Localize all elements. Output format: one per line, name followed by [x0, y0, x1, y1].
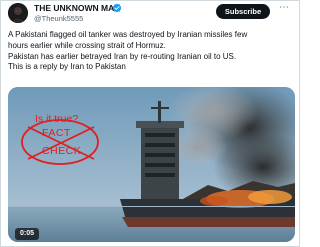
verified-badge-icon	[112, 3, 122, 13]
tweet-video[interactable]: Is it true? FACT CHECK 0:05	[8, 87, 295, 242]
video-timer: 0:05	[15, 228, 39, 240]
more-options-icon[interactable]: ⋯	[277, 3, 291, 17]
tweet-text-line: Pakistan has earlier betrayed Iran by re…	[8, 51, 237, 61]
overlay-fact-text: FACT	[42, 127, 71, 139]
overlay-question-text: Is it true?	[35, 113, 79, 125]
tweet-text-line: hours earlier while crossing strait of H…	[8, 40, 166, 50]
display-name[interactable]: THE UNKNOWN MAN	[34, 3, 120, 13]
avatar[interactable]	[8, 3, 28, 23]
tweet-text-line: A Pakistani flagged oil tanker was destr…	[8, 30, 248, 39]
user-handle[interactable]: @Theunk5555	[34, 14, 83, 23]
tweet-header: THE UNKNOWN MAN @Theunk5555 Subscribe ⋯	[1, 1, 301, 27]
tweet-text-line: This is a reply by Iran to Pakistan	[8, 62, 126, 72]
avatar-image	[8, 3, 28, 23]
tweet-card: THE UNKNOWN MAN @Theunk5555 Subscribe ⋯ …	[0, 0, 300, 247]
subscribe-button[interactable]: Subscribe	[216, 4, 270, 19]
overlay-check-text: CHECK	[42, 145, 82, 157]
tweet-text: A Pakistani flagged oil tanker was destr…	[8, 30, 296, 73]
